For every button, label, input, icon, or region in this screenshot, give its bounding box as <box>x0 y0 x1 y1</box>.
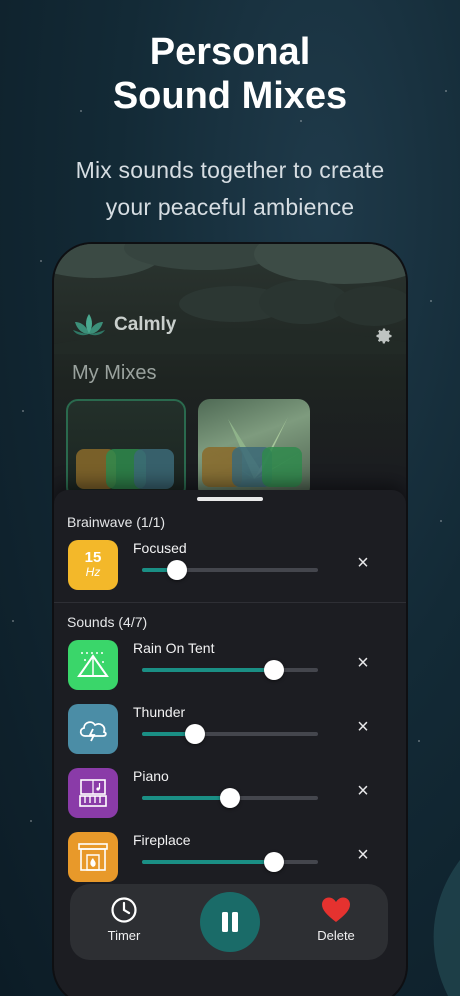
sound-row-thunder: Thunder × <box>54 702 406 758</box>
sheet-drag-handle[interactable] <box>197 497 263 501</box>
mix-card-active[interactable] <box>66 399 186 499</box>
remove-fireplace-button[interactable]: × <box>352 844 374 866</box>
timer-button[interactable]: Timer <box>94 896 154 943</box>
slider-thumb[interactable] <box>167 560 188 580</box>
sound-row-fireplace: Fireplace × <box>54 830 406 886</box>
remove-thunder-button[interactable]: × <box>352 716 374 738</box>
tent-icon <box>68 640 118 690</box>
pause-button[interactable] <box>200 892 260 952</box>
mix-tile-thunder <box>134 449 174 489</box>
playback-control-bar: Timer Delete <box>70 884 388 960</box>
fireplace-volume-slider[interactable] <box>142 852 318 872</box>
brainwave-unit: Hz <box>85 565 101 579</box>
decorative-swoosh <box>433 860 460 996</box>
subtitle-line-1: Mix sounds together to create <box>75 157 385 183</box>
brainwave-icon: 15 Hz <box>68 540 118 590</box>
brainwave-row: 15 Hz Focused × <box>54 538 406 594</box>
slider-thumb[interactable] <box>220 788 240 808</box>
lotus-logo-icon <box>73 314 105 336</box>
heart-icon <box>322 897 350 922</box>
timer-label: Timer <box>107 928 141 943</box>
subtitle-line-2: your peaceful ambience <box>105 194 355 220</box>
brainwave-section-label: Brainwave (1/1) <box>67 514 166 530</box>
thunder-cloud-icon <box>68 704 118 754</box>
gear-icon[interactable] <box>374 326 394 346</box>
delete-label: Delete <box>317 928 355 943</box>
rain-on-tent-volume-slider[interactable] <box>142 660 318 680</box>
mix-tile-rain <box>262 447 302 487</box>
title-line-1: Personal <box>149 31 311 73</box>
brand-name: Calmly <box>114 314 177 335</box>
delete-button[interactable]: Delete <box>306 896 366 943</box>
remove-piano-button[interactable]: × <box>352 780 374 802</box>
thunder-volume-slider[interactable] <box>142 724 318 744</box>
phone-frame: Calmly My Mixes Brainwave (1/1) 15 Hz Fo… <box>54 244 406 996</box>
fireplace-icon <box>68 832 118 882</box>
pause-icon <box>222 912 238 932</box>
title-line-2: Sound Mixes <box>112 75 348 117</box>
brainwave-volume-slider[interactable] <box>142 560 318 580</box>
piano-volume-slider[interactable] <box>142 788 318 808</box>
slider-thumb[interactable] <box>264 852 284 872</box>
slider-fill <box>142 860 274 864</box>
page-subtitle: Mix sounds together to create your peace… <box>0 152 460 226</box>
mix-card-plant[interactable] <box>198 399 310 499</box>
my-mixes-heading: My Mixes <box>72 362 157 384</box>
slider-thumb[interactable] <box>184 724 205 744</box>
sound-row-piano: Piano × <box>54 766 406 822</box>
piano-icon <box>68 768 118 818</box>
slider-fill <box>142 668 274 672</box>
slider-thumb[interactable] <box>264 660 284 680</box>
remove-rain-on-tent-button[interactable]: × <box>352 652 374 674</box>
sound-name: Rain On Tent <box>133 640 215 656</box>
slider-fill <box>142 796 230 800</box>
clock-icon <box>111 897 137 923</box>
section-divider <box>54 602 406 603</box>
brainwave-frequency: 15 <box>84 549 102 566</box>
sound-name: Fireplace <box>133 832 191 848</box>
app-brand: Calmly <box>72 312 176 338</box>
app-header-background: Calmly My Mixes <box>54 244 406 499</box>
page-title: Personal Sound Mixes <box>0 30 460 118</box>
remove-brainwave-button[interactable]: × <box>352 552 374 574</box>
sound-name: Piano <box>133 768 169 784</box>
sounds-section-label: Sounds (4/7) <box>67 614 148 630</box>
sound-name: Thunder <box>133 704 186 720</box>
sound-row-rain-on-tent: Rain On Tent × <box>54 638 406 694</box>
brainwave-name: Focused <box>133 540 187 556</box>
